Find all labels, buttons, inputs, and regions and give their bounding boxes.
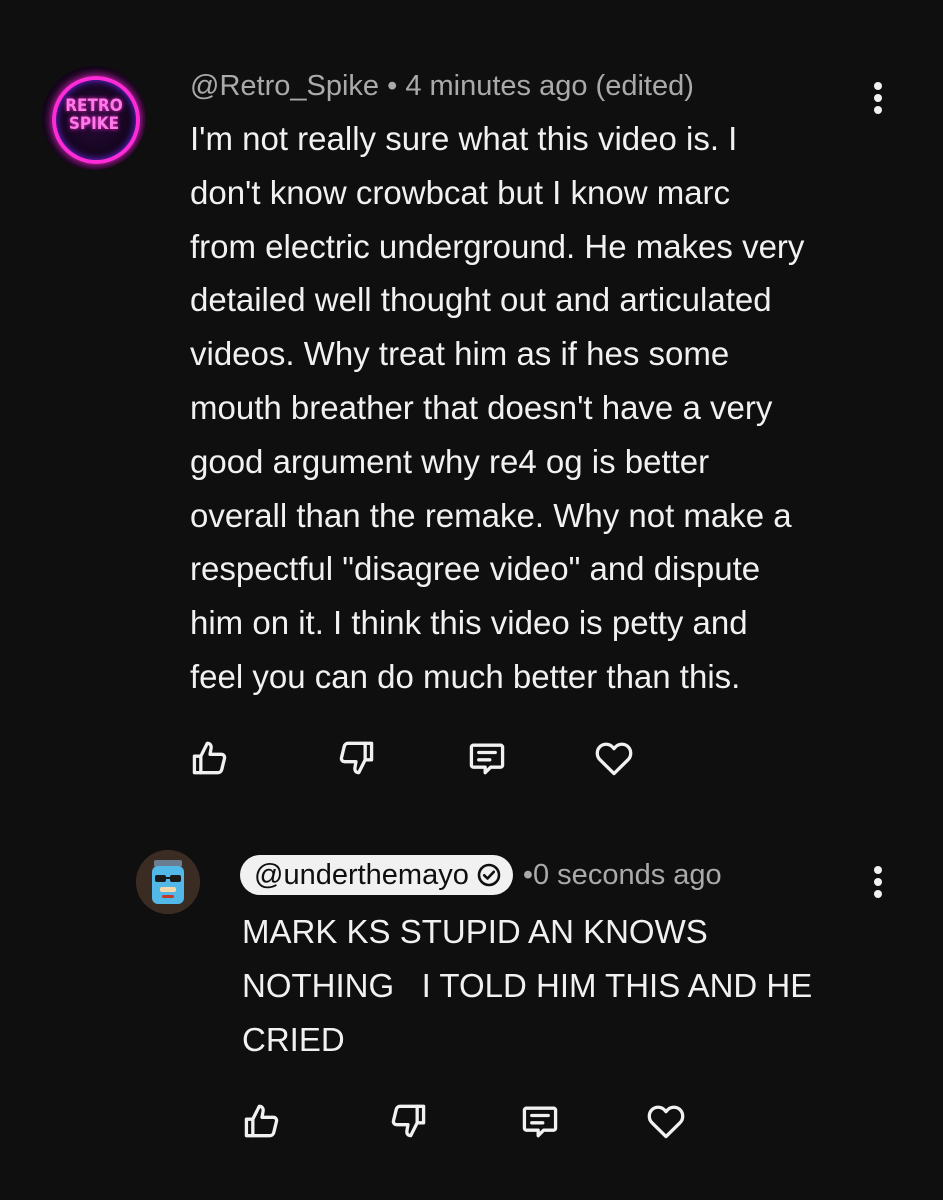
more-options-icon[interactable] — [863, 860, 893, 904]
reply-button[interactable] — [465, 736, 509, 780]
comment-time[interactable]: 4 minutes ago (edited) — [405, 70, 694, 102]
heart-icon — [595, 742, 633, 776]
avatar[interactable] — [136, 850, 200, 914]
like-button[interactable] — [188, 736, 232, 780]
comment-meta: @underthemayo • 0 seconds ago — [240, 855, 722, 895]
dislike-button[interactable] — [386, 1099, 430, 1143]
reply-button[interactable] — [518, 1099, 562, 1143]
heart-button[interactable] — [592, 736, 636, 780]
comment-author: @underthemayo — [254, 858, 469, 891]
dislike-icon — [339, 741, 374, 775]
avatar-logo-text: RETRO SPIKE — [65, 96, 123, 134]
comment-text: I'm not really sure what this video is. … — [190, 120, 805, 695]
like-icon — [192, 741, 227, 775]
heart-button[interactable] — [644, 1099, 688, 1143]
like-button[interactable] — [240, 1099, 284, 1143]
dislike-icon — [391, 1104, 426, 1138]
heart-icon — [647, 1105, 685, 1139]
comment-meta: @Retro_Spike • 4 minutes ago (edited) — [190, 70, 694, 103]
avatar[interactable]: RETRO SPIKE — [42, 66, 146, 170]
dislike-button[interactable] — [334, 736, 378, 780]
meta-separator: • — [522, 858, 533, 891]
comment-author[interactable]: @Retro_Spike — [190, 70, 379, 102]
reply-comment: @underthemayo • 0 seconds ago MARK KS ST… — [0, 820, 943, 1200]
mayo-jar-avatar-icon — [136, 850, 200, 914]
reply-icon — [522, 1106, 558, 1138]
reply-icon — [469, 743, 505, 775]
creator-handle-badge[interactable]: @underthemayo — [240, 855, 513, 895]
comment-text: MARK KS STUPID AN KNOWS NOTHING I TOLD H… — [242, 913, 813, 1058]
like-icon — [244, 1104, 279, 1138]
comment: RETRO SPIKE @Retro_Spike • 4 minutes ago… — [0, 0, 943, 820]
verified-check-icon — [477, 863, 501, 887]
comment-time[interactable]: 0 seconds ago — [533, 859, 722, 892]
meta-separator: • — [379, 70, 406, 102]
